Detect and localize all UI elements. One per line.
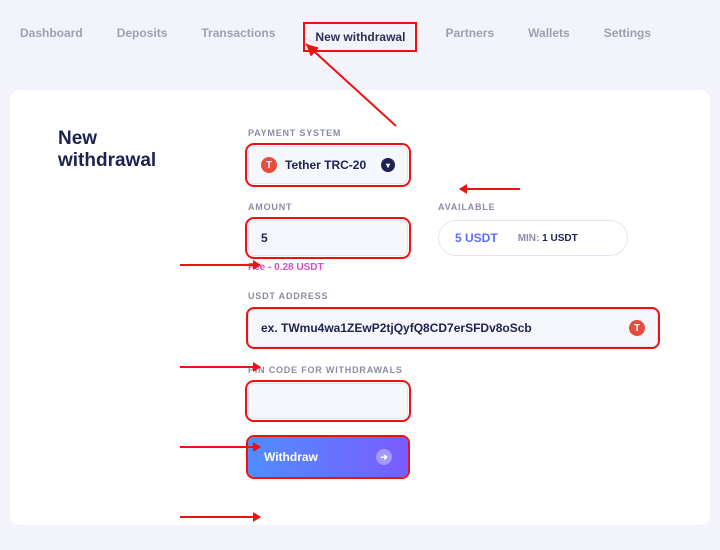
top-nav: Dashboard Deposits Transactions New with… [0, 0, 720, 62]
address-input[interactable] [261, 321, 619, 335]
nav-settings[interactable]: Settings [598, 22, 657, 52]
arrow-right-icon: ➜ [376, 449, 392, 465]
annotation-arrow-icon [180, 264, 260, 266]
withdrawal-card: Newwithdrawal PAYMENT SYSTEM T Tether TR… [10, 90, 710, 525]
tether-icon: T [261, 157, 277, 173]
nav-dashboard[interactable]: Dashboard [14, 22, 89, 52]
nav-transactions[interactable]: Transactions [195, 22, 281, 52]
nav-new-withdrawal[interactable]: New withdrawal [303, 22, 417, 52]
annotation-arrow-icon [460, 188, 520, 190]
withdraw-button[interactable]: Withdraw ➜ [248, 437, 408, 477]
withdraw-button-label: Withdraw [264, 450, 318, 464]
pin-input[interactable] [248, 383, 408, 419]
withdrawal-form: PAYMENT SYSTEM T Tether TRC-20 ▾ AMOUNT … [248, 128, 662, 495]
available-label: AVAILABLE [438, 202, 628, 212]
pin-label: PIN CODE FOR WITHDRAWALS [248, 365, 662, 375]
annotation-arrow-icon [180, 446, 260, 448]
page-title: Newwithdrawal [58, 128, 198, 495]
nav-partners[interactable]: Partners [439, 22, 500, 52]
min-text: MIN: 1 USDT [518, 233, 578, 244]
amount-input[interactable] [248, 220, 408, 256]
chevron-down-icon: ▾ [381, 158, 395, 172]
amount-label: AMOUNT [248, 202, 408, 212]
annotation-arrow-icon [180, 516, 260, 518]
available-box: 5 USDT MIN: 1 USDT [438, 220, 628, 256]
annotation-arrow-icon [180, 366, 260, 368]
tether-icon: T [629, 320, 645, 336]
address-field-wrap[interactable]: T [248, 309, 658, 347]
available-amount: 5 USDT [455, 231, 498, 245]
address-label: USDT ADDRESS [248, 291, 662, 301]
fee-text: Fee - 0.28 USDT [248, 262, 408, 273]
nav-wallets[interactable]: Wallets [522, 22, 576, 52]
nav-deposits[interactable]: Deposits [111, 22, 174, 52]
payment-system-select[interactable]: T Tether TRC-20 ▾ [248, 146, 408, 184]
payment-system-value: Tether TRC-20 [285, 158, 366, 172]
payment-system-label: PAYMENT SYSTEM [248, 128, 662, 138]
